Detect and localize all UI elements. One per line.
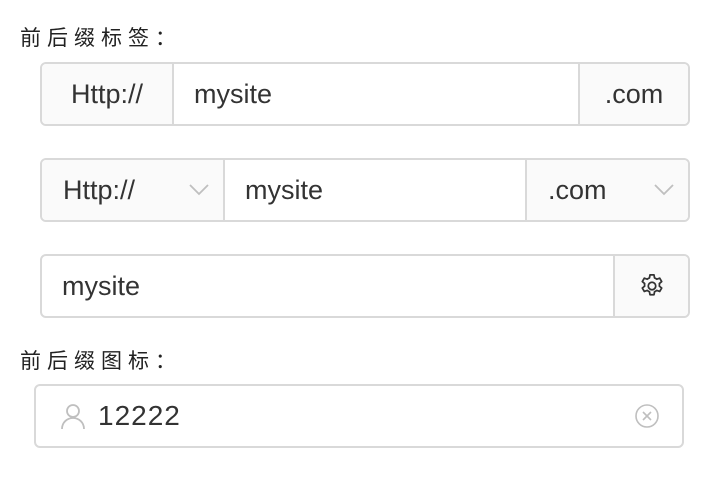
section-label-icons: 前后缀图标： (20, 349, 182, 373)
site-input[interactable]: mysite (42, 256, 613, 316)
gear-icon (638, 272, 666, 300)
section-label-addons: 前后缀标签： (20, 26, 182, 50)
chevron-down-icon (189, 184, 209, 196)
domain-select[interactable]: .com (525, 160, 688, 220)
protocol-select-value: Http:// (63, 174, 136, 205)
close-circle-icon[interactable] (634, 403, 660, 429)
settings-input-group: mysite (40, 254, 690, 318)
select-input-group: Http:// mysite .com (40, 158, 690, 222)
chevron-down-icon (654, 184, 674, 196)
user-input-value: 12222 (98, 400, 181, 431)
prefix-addon: Http:// (42, 64, 174, 124)
site-input[interactable]: mysite (174, 64, 578, 124)
domain-select-value: .com (548, 174, 607, 205)
suffix-addon: .com (578, 64, 688, 124)
user-icon (60, 402, 86, 430)
settings-button[interactable] (613, 256, 688, 316)
icon-input[interactable]: 12222 (34, 384, 684, 448)
protocol-select[interactable]: Http:// (42, 160, 225, 220)
site-input[interactable]: mysite (225, 160, 525, 220)
addon-input-group: Http:// mysite .com (40, 62, 690, 126)
